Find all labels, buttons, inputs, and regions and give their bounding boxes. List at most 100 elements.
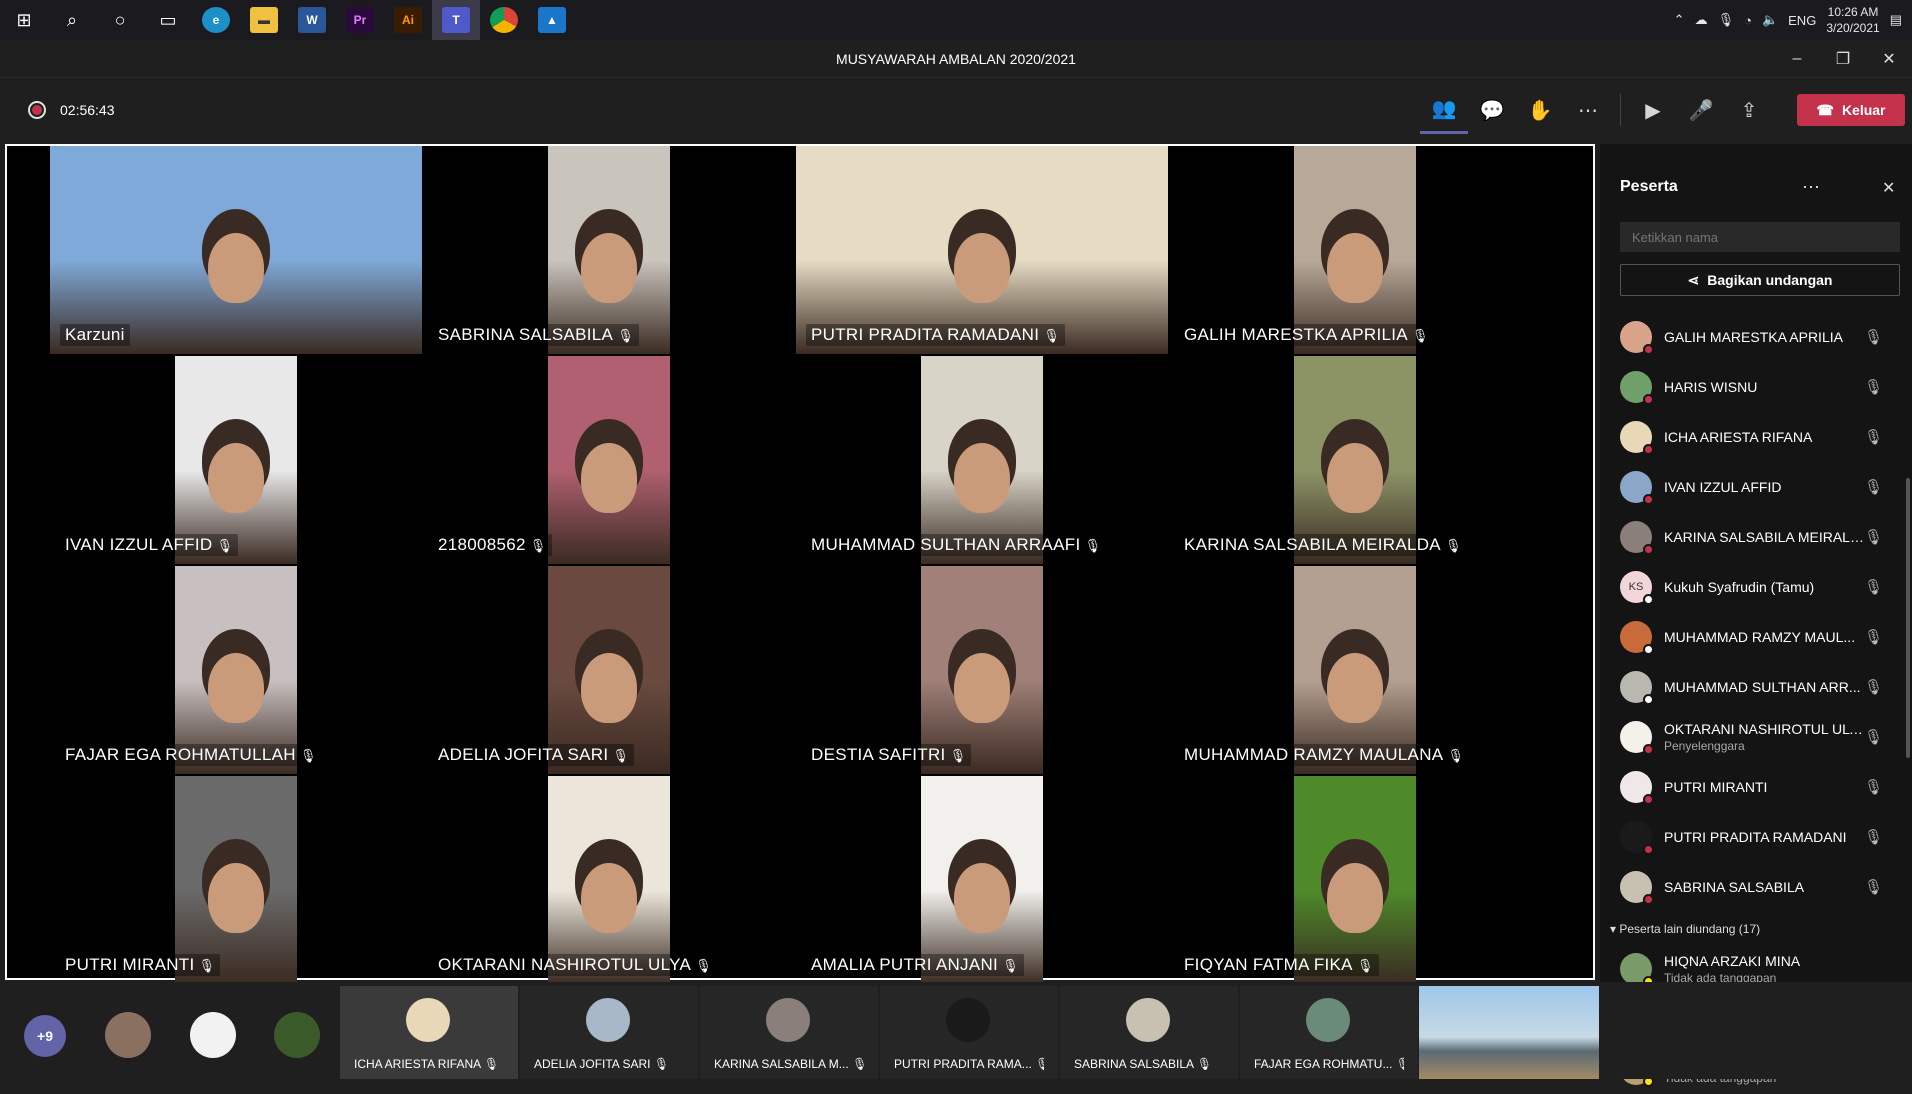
participant-row[interactable]: PUTRI MIRANTI 🎙 <box>1600 762 1900 812</box>
strip-participant-tile[interactable]: SABRINA SALSABILA 🎙 <box>1060 986 1238 1079</box>
camera-button[interactable]: ▶ <box>1629 86 1677 134</box>
avatar <box>1620 421 1654 455</box>
windows-start-icon[interactable]: ⊞ <box>0 0 48 40</box>
volume-icon[interactable]: 🔈 <box>1762 12 1778 28</box>
participant-name-label: MUHAMMAD SULTHAN ARRAAFI 🎙 <box>806 534 1107 556</box>
muted-mic-icon[interactable]: 🎙 <box>1864 778 1883 796</box>
teams-icon[interactable]: T <box>432 0 480 40</box>
microphone-icon[interactable]: 🎙 <box>1718 12 1735 28</box>
muted-mic-icon[interactable]: 🎙 <box>1864 578 1883 596</box>
edge-icon[interactable]: e <box>192 0 240 40</box>
video-tile[interactable]: FAJAR EGA ROHMATULLAH 🎙 <box>50 566 422 774</box>
participant-row[interactable]: KS Kukuh Syafrudin (Tamu) 🎙 <box>1600 562 1900 612</box>
muted-mic-icon[interactable]: 🎙 <box>1864 478 1883 496</box>
more-options-icon[interactable]: ⋯ <box>1802 177 1820 198</box>
share-invite-button[interactable]: ⋖ Bagikan undangan <box>1620 264 1900 296</box>
chrome-icon[interactable] <box>480 0 528 40</box>
video-tile[interactable]: FIQYAN FATMA FIKA 🎙 <box>1169 776 1541 984</box>
mini-avatar[interactable] <box>105 1012 151 1058</box>
more-actions-button[interactable]: ⋯ <box>1564 86 1612 134</box>
video-tile[interactable]: MUHAMMAD SULTHAN ARRAAFI 🎙 <box>796 356 1168 564</box>
chevron-up-icon[interactable]: ⌃ <box>1674 12 1685 28</box>
close-panel-icon[interactable]: ✕ <box>1882 178 1895 198</box>
video-tile[interactable]: PUTRI PRADITA RAMADANI 🎙 <box>796 146 1168 354</box>
video-tile[interactable]: ADELIA JOFITA SARI 🎙 <box>423 566 795 774</box>
cortana-icon[interactable]: ○ <box>96 0 144 40</box>
network-icon[interactable]: ◔ <box>1744 13 1752 28</box>
participant-video <box>796 146 1168 354</box>
file-explorer-icon[interactable]: ▬ <box>240 0 288 40</box>
video-tile[interactable]: PUTRI MIRANTI 🎙 <box>50 776 422 984</box>
participant-name: FAJAR EGA ROHMATULLAH <box>65 745 296 764</box>
strip-participant-tile[interactable]: ADELIA JOFITA SARI 🎙 <box>520 986 698 1079</box>
muted-mic-icon[interactable]: 🎙 <box>1864 728 1883 746</box>
raise-hand-button[interactable]: ✋ <box>1516 86 1564 134</box>
video-tile[interactable]: KARINA SALSABILA MEIRALDA 🎙 <box>1169 356 1541 564</box>
mic-button[interactable]: 🎤 <box>1677 86 1725 134</box>
avatar <box>1620 621 1654 655</box>
strip-participant-tile[interactable]: FAJAR EGA ROHMATU... 🎙 <box>1240 986 1418 1079</box>
participant-text: PUTRI MIRANTI <box>1664 779 1864 795</box>
muted-mic-icon: 🎙 <box>1084 538 1102 553</box>
strip-participant-tile[interactable]: ICHA ARIESTA RIFANA 🎙 <box>340 986 518 1079</box>
participant-row[interactable]: PUTRI PRADITA RAMADANI 🎙 <box>1600 812 1900 862</box>
participant-row[interactable]: HARIS WISNU 🎙 <box>1600 362 1900 412</box>
minimize-button[interactable]: – <box>1774 40 1820 78</box>
participant-text: GALIH MARESTKA APRILIA <box>1664 329 1864 345</box>
muted-mic-icon[interactable]: 🎙 <box>1864 678 1883 696</box>
participant-row[interactable]: KARINA SALSABILA MEIRALDA 🎙 <box>1600 512 1900 562</box>
show-participants-button[interactable]: 👥 <box>1420 86 1468 134</box>
share-screen-button[interactable]: ⇪ <box>1725 86 1773 134</box>
muted-mic-icon[interactable]: 🎙 <box>1864 528 1883 546</box>
participant-row[interactable]: ICHA ARIESTA RIFANA 🎙 <box>1600 412 1900 462</box>
chat-button[interactable]: 💬 <box>1468 86 1516 134</box>
participant-row[interactable]: MUHAMMAD RAMZY MAUL... 🎙 <box>1600 612 1900 662</box>
video-tile[interactable]: MUHAMMAD RAMZY MAULANA 🎙 <box>1169 566 1541 774</box>
photos-icon[interactable]: ▲ <box>528 0 576 40</box>
video-tile[interactable]: 218008562 🎙 <box>423 356 795 564</box>
participant-text: IVAN IZZUL AFFID <box>1664 479 1864 495</box>
participant-row[interactable]: SABRINA SALSABILA 🎙 <box>1600 862 1900 912</box>
muted-mic-icon[interactable]: 🎙 <box>1864 628 1883 646</box>
premiere-pro-icon[interactable]: Pr <box>336 0 384 40</box>
video-tile[interactable]: OKTARANI NASHIROTUL ULYA 🎙 <box>423 776 795 984</box>
cloud-icon[interactable]: ☁ <box>1695 12 1708 28</box>
participant-search-input[interactable] <box>1620 222 1900 252</box>
muted-mic-icon[interactable]: 🎙 <box>1864 428 1883 446</box>
window-titlebar: MUSYAWARAH AMBALAN 2020/2021 – ❐ ✕ <box>0 40 1912 78</box>
word-icon[interactable]: W <box>288 0 336 40</box>
video-tile[interactable]: IVAN IZZUL AFFID 🎙 <box>50 356 422 564</box>
mini-avatar[interactable] <box>274 1012 320 1058</box>
notifications-icon[interactable]: ▤ <box>1890 12 1902 28</box>
strip-participant-tile[interactable]: KARINA SALSABILA M... 🎙 <box>700 986 878 1079</box>
participant-row[interactable]: OKTARANI NASHIROTUL ULYA Penyelenggara 🎙 <box>1600 712 1900 762</box>
participant-row[interactable]: MUHAMMAD SULTHAN ARR... 🎙 <box>1600 662 1900 712</box>
muted-mic-icon[interactable]: 🎙 <box>1864 328 1883 346</box>
participant-name: MUHAMMAD RAMZY MAUL... <box>1664 629 1856 645</box>
leave-button[interactable]: ☎ Keluar <box>1797 94 1905 126</box>
muted-mic-icon[interactable]: 🎙 <box>1864 878 1883 896</box>
restore-button[interactable]: ❐ <box>1820 40 1866 78</box>
invited-section-header[interactable]: ▾ Peserta lain diundang (17) <box>1610 922 1760 936</box>
participant-row[interactable]: IVAN IZZUL AFFID 🎙 <box>1600 462 1900 512</box>
close-button[interactable]: ✕ <box>1866 40 1912 78</box>
video-tile[interactable]: GALIH MARESTKA APRILIA 🎙 <box>1169 146 1541 354</box>
video-tile[interactable]: Karzuni <box>50 146 422 354</box>
clock[interactable]: 10:26 AM 3/20/2021 <box>1826 4 1879 36</box>
search-icon[interactable]: ⌕ <box>48 0 96 40</box>
strip-participant-tile[interactable]: PUTRI PRADITA RAMA... 🎙 <box>880 986 1058 1079</box>
mini-avatar[interactable] <box>190 1012 236 1058</box>
participant-row[interactable]: GALIH MARESTKA APRILIA 🎙 <box>1600 312 1900 362</box>
panel-scrollbar[interactable] <box>1906 478 1910 758</box>
task-view-icon[interactable]: ▭ <box>144 0 192 40</box>
language-indicator[interactable]: ENG <box>1788 13 1816 28</box>
video-tile[interactable]: AMALIA PUTRI ANJANI 🎙 <box>796 776 1168 984</box>
muted-mic-icon[interactable]: 🎙 <box>1864 378 1883 396</box>
illustrator-icon[interactable]: Ai <box>384 0 432 40</box>
video-tile[interactable]: DESTIA SAFITRI 🎙 <box>796 566 1168 774</box>
muted-mic-icon[interactable]: 🎙 <box>1864 828 1883 846</box>
meeting-timer: 02:56:43 <box>60 102 115 118</box>
participant-name: SABRINA SALSABILA <box>1664 879 1805 895</box>
video-tile[interactable]: SABRINA SALSABILA 🎙 <box>423 146 795 354</box>
overflow-participants-badge[interactable]: +9 <box>24 1015 66 1057</box>
